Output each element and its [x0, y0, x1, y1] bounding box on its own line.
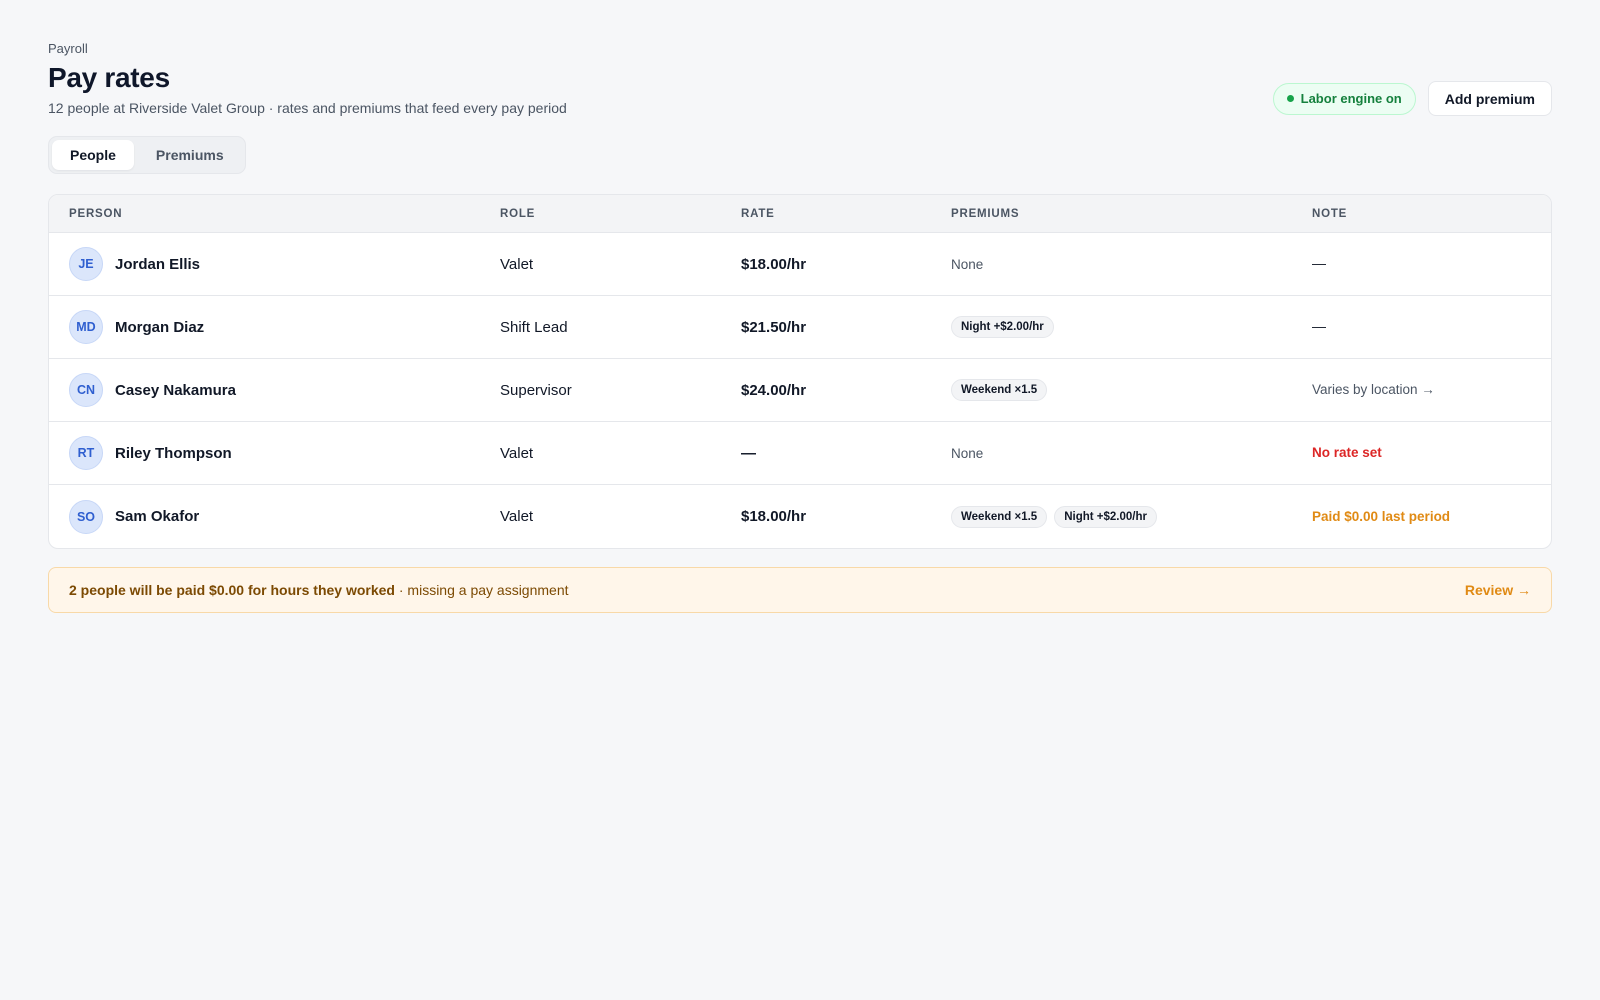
rate-cell[interactable]: $21.50/hr	[741, 319, 951, 336]
pay-rates-table: PERSON ROLE RATE PREMIUMS NOTE JE Jordan…	[48, 194, 1552, 549]
column-header-premiums[interactable]: PREMIUMS	[951, 208, 1312, 220]
review-link[interactable]: Review →	[1465, 582, 1531, 598]
table-row[interactable]: SO Sam Okafor Valet $18.00/hr Weekend ×1…	[49, 485, 1551, 548]
role-cell: Shift Lead	[500, 318, 568, 336]
person-name[interactable]: Riley Thompson	[115, 445, 232, 462]
person-cell: SO Sam Okafor	[49, 499, 500, 534]
note-cell: —	[1312, 255, 1551, 273]
table-row[interactable]: JE Jordan Ellis Valet $18.00/hr None —	[49, 233, 1551, 296]
note-cell: No rate set	[1312, 444, 1551, 462]
role-cell: Valet	[500, 255, 534, 273]
avatar: SO	[69, 499, 103, 534]
unpaid-hours-warning-banner: 2 people will be paid $0.00 for hours th…	[48, 567, 1552, 613]
table-row[interactable]: RT Riley Thompson Valet — None No rate s…	[49, 422, 1551, 485]
column-header-role[interactable]: ROLE	[500, 208, 741, 220]
warning-message-strong: 2 people will be paid $0.00 for hours th…	[69, 582, 395, 598]
premium-chip-weekend[interactable]: Weekend ×1.5	[951, 505, 1048, 528]
note-cell: Paid $0.00 last period	[1312, 508, 1551, 526]
premiums-none-label: None	[951, 256, 984, 272]
header-actions: Labor engine on Add premium	[1272, 81, 1552, 116]
person-cell: MD Morgan Diaz	[49, 310, 500, 344]
role-cell: Supervisor	[500, 381, 572, 399]
person-cell: CN Casey Nakamura	[49, 373, 500, 407]
tab-people[interactable]: People	[52, 140, 134, 170]
avatar: MD	[69, 310, 103, 344]
view-tabs: People Premiums	[48, 136, 246, 174]
warning-message: 2 people will be paid $0.00 for hours th…	[69, 582, 569, 598]
add-premium-button[interactable]: Add premium	[1427, 81, 1552, 116]
avatar: CN	[69, 373, 103, 407]
premiums-cell: None	[951, 446, 1312, 461]
breadcrumb[interactable]: Payroll	[48, 41, 1552, 56]
person-cell: RT Riley Thompson	[49, 436, 500, 470]
role-cell: Valet	[500, 444, 534, 462]
premiums-cell: None	[951, 257, 1312, 272]
column-header-person[interactable]: PERSON	[49, 208, 500, 220]
avatar: RT	[69, 436, 103, 470]
premiums-cell: Weekend ×1.5 Night +$2.00/hr	[951, 505, 1312, 528]
column-header-note[interactable]: NOTE	[1312, 208, 1551, 220]
person-name[interactable]: Jordan Ellis	[115, 256, 200, 273]
person-name[interactable]: Casey Nakamura	[115, 382, 236, 399]
paid-zero-warning: Paid $0.00 last period	[1312, 508, 1451, 524]
labor-engine-status-label: Labor engine on	[1300, 91, 1402, 106]
rate-cell[interactable]: $18.00/hr	[741, 256, 951, 273]
no-rate-set-warning: No rate set	[1312, 445, 1382, 460]
rate-cell[interactable]: —	[741, 445, 951, 462]
premium-chip-weekend[interactable]: Weekend ×1.5	[951, 379, 1048, 401]
status-dot-icon	[1286, 95, 1294, 102]
table-row[interactable]: MD Morgan Diaz Shift Lead $21.50/hr Nigh…	[49, 296, 1551, 359]
tab-premiums[interactable]: Premiums	[138, 140, 242, 170]
premiums-cell: Weekend ×1.5	[951, 379, 1312, 401]
premium-chip-night[interactable]: Night +$2.00/hr	[951, 316, 1054, 338]
person-name[interactable]: Sam Okafor	[115, 508, 199, 525]
note-cell: Varies by location →	[1312, 381, 1551, 399]
varies-by-location-link[interactable]: Varies by location →	[1312, 382, 1435, 397]
premium-chip-night[interactable]: Night +$2.00/hr	[1054, 505, 1157, 528]
person-cell: JE Jordan Ellis	[49, 247, 500, 281]
warning-message-detail: · missing a pay assignment	[394, 582, 569, 598]
labor-engine-status-badge: Labor engine on	[1272, 82, 1416, 115]
person-name[interactable]: Morgan Diaz	[115, 319, 204, 336]
premiums-none-label: None	[951, 445, 984, 461]
premiums-cell: Night +$2.00/hr	[951, 316, 1312, 338]
note-empty-dash: —	[1312, 318, 1326, 334]
table-header: PERSON ROLE RATE PREMIUMS NOTE	[49, 195, 1551, 233]
table-row[interactable]: CN Casey Nakamura Supervisor $24.00/hr W…	[49, 359, 1551, 422]
rate-cell[interactable]: $18.00/hr	[741, 508, 951, 525]
column-header-rate[interactable]: RATE	[741, 208, 951, 220]
note-cell: —	[1312, 318, 1551, 336]
pay-rates-page: Payroll Pay rates 12 people at Riverside…	[0, 0, 1600, 1000]
role-cell: Valet	[500, 508, 534, 525]
avatar: JE	[69, 247, 103, 281]
note-empty-dash: —	[1312, 255, 1326, 271]
rate-cell[interactable]: $24.00/hr	[741, 382, 951, 399]
